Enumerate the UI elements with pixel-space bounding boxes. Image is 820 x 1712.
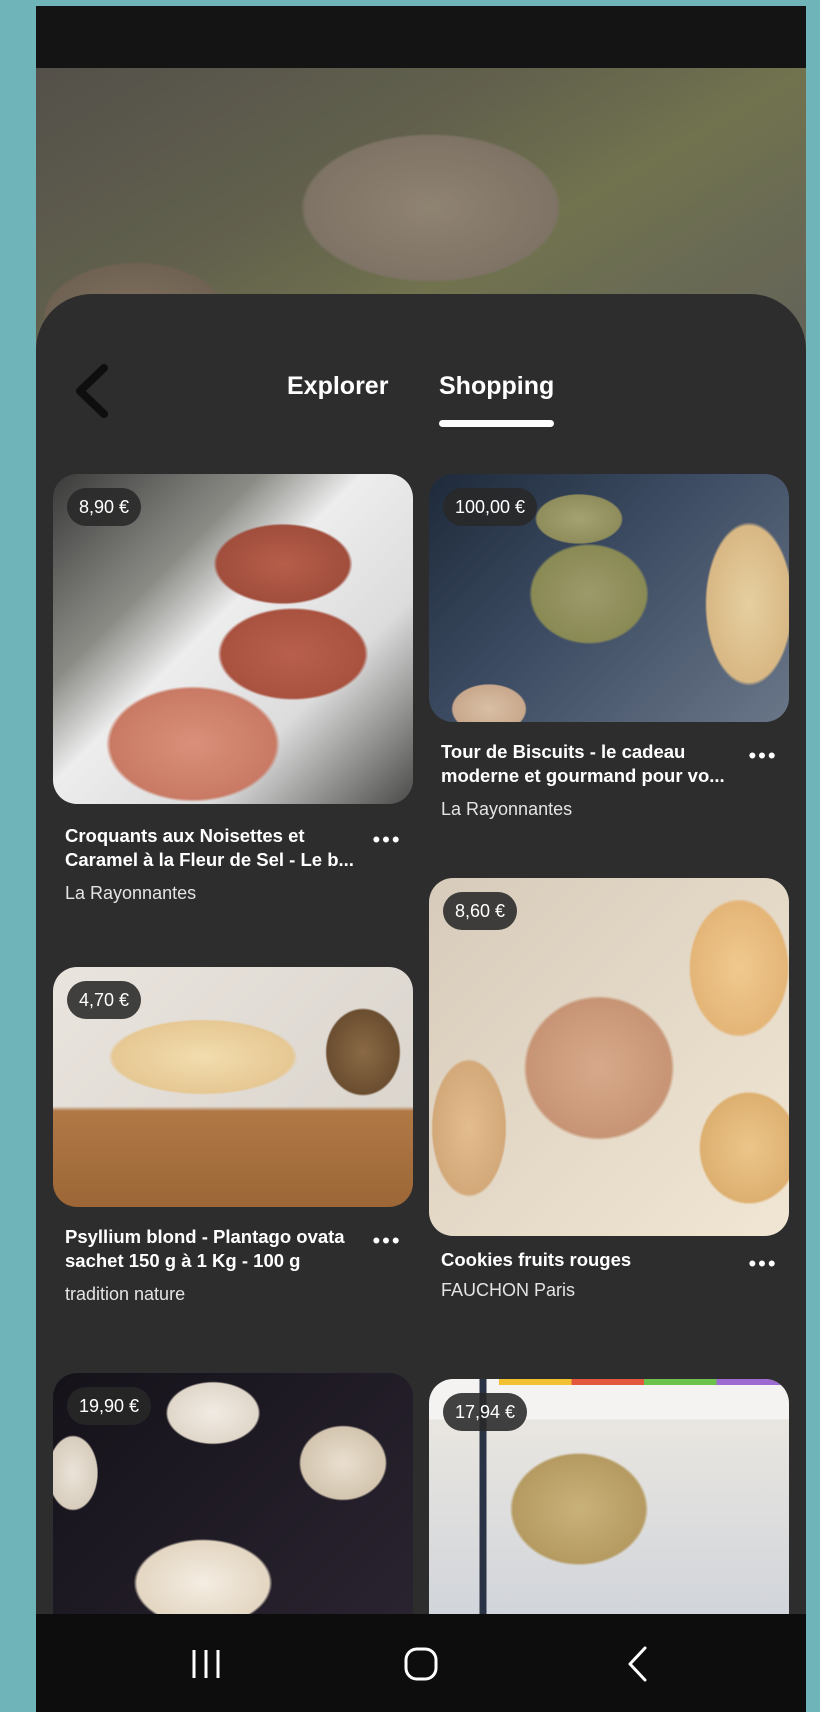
tab-shopping[interactable]: Shopping xyxy=(439,372,554,401)
product-title-line-2: moderne et gourmand pour vo... xyxy=(441,765,725,786)
more-options-icon[interactable]: ••• xyxy=(745,1253,781,1275)
product-title-line-1: Tour de Biscuits - le cadeau xyxy=(441,741,686,762)
store-name[interactable]: tradition nature xyxy=(65,1282,185,1306)
product-image[interactable]: 8,90 € xyxy=(53,474,413,804)
product-title-line-1: Psyllium blond - Plantago ovata xyxy=(65,1226,345,1247)
tab-bar: Explorer Shopping xyxy=(36,372,806,432)
product-card[interactable]: 17,94 € xyxy=(429,1379,789,1614)
product-image[interactable]: 4,70 € xyxy=(53,967,413,1207)
product-title[interactable]: Tour de Biscuits - le cadeau moderne et … xyxy=(441,740,731,788)
shopping-sheet: Explorer Shopping 8,90 € Croquants aux N… xyxy=(36,294,806,1614)
color-stripe xyxy=(499,1379,789,1385)
product-image[interactable]: 100,00 € xyxy=(429,474,789,722)
price-badge: 8,60 € xyxy=(443,892,518,930)
product-title-line-1: Cookies fruits rouges xyxy=(441,1249,632,1270)
system-navigation-bar xyxy=(36,1614,806,1712)
tab-explorer[interactable]: Explorer xyxy=(287,372,388,401)
product-image[interactable]: 19,90 € xyxy=(53,1373,413,1614)
more-options-icon[interactable]: ••• xyxy=(369,829,405,851)
status-bar xyxy=(36,6,806,68)
product-title[interactable]: Croquants aux Noisettes et Caramel à la … xyxy=(65,824,355,872)
product-card[interactable]: 19,90 € xyxy=(53,1373,413,1614)
product-title[interactable]: Psyllium blond - Plantago ovata sachet 1… xyxy=(65,1225,355,1273)
product-title-line-1: Croquants aux Noisettes et xyxy=(65,825,305,846)
more-options-icon[interactable]: ••• xyxy=(745,745,781,767)
product-card[interactable]: 4,70 € Psyllium blond - Plantago ovata s… xyxy=(53,967,413,1317)
phone-screen: Explorer Shopping 8,90 € Croquants aux N… xyxy=(36,6,806,1712)
product-title-line-2: Caramel à la Fleur de Sel - Le b... xyxy=(65,849,354,870)
product-card[interactable]: 100,00 € Tour de Biscuits - le cadeau mo… xyxy=(429,474,789,854)
product-image[interactable]: 8,60 € xyxy=(429,878,789,1236)
more-options-icon[interactable]: ••• xyxy=(369,1230,405,1252)
product-title-line-2: sachet 150 g à 1 Kg - 100 g xyxy=(65,1250,301,1271)
active-tab-indicator xyxy=(439,420,554,427)
store-name[interactable]: La Rayonnantes xyxy=(65,881,196,905)
product-card[interactable]: 8,60 € Cookies fruits rouges ••• FAUCHON… xyxy=(429,878,789,1300)
product-title[interactable]: Cookies fruits rouges xyxy=(441,1248,731,1272)
price-badge: 17,94 € xyxy=(443,1393,528,1431)
price-badge: 8,90 € xyxy=(67,488,142,526)
price-badge: 19,90 € xyxy=(67,1387,152,1425)
back-icon[interactable] xyxy=(618,1644,658,1684)
price-badge: 100,00 € xyxy=(443,488,538,526)
recent-apps-icon[interactable] xyxy=(186,1644,226,1684)
price-badge: 4,70 € xyxy=(67,981,142,1019)
store-name[interactable]: FAUCHON Paris xyxy=(441,1278,575,1302)
home-icon[interactable] xyxy=(401,1644,441,1684)
store-name[interactable]: La Rayonnantes xyxy=(441,797,572,821)
product-image[interactable]: 17,94 € xyxy=(429,1379,789,1614)
product-card[interactable]: 8,90 € Croquants aux Noisettes et Carame… xyxy=(53,474,413,904)
